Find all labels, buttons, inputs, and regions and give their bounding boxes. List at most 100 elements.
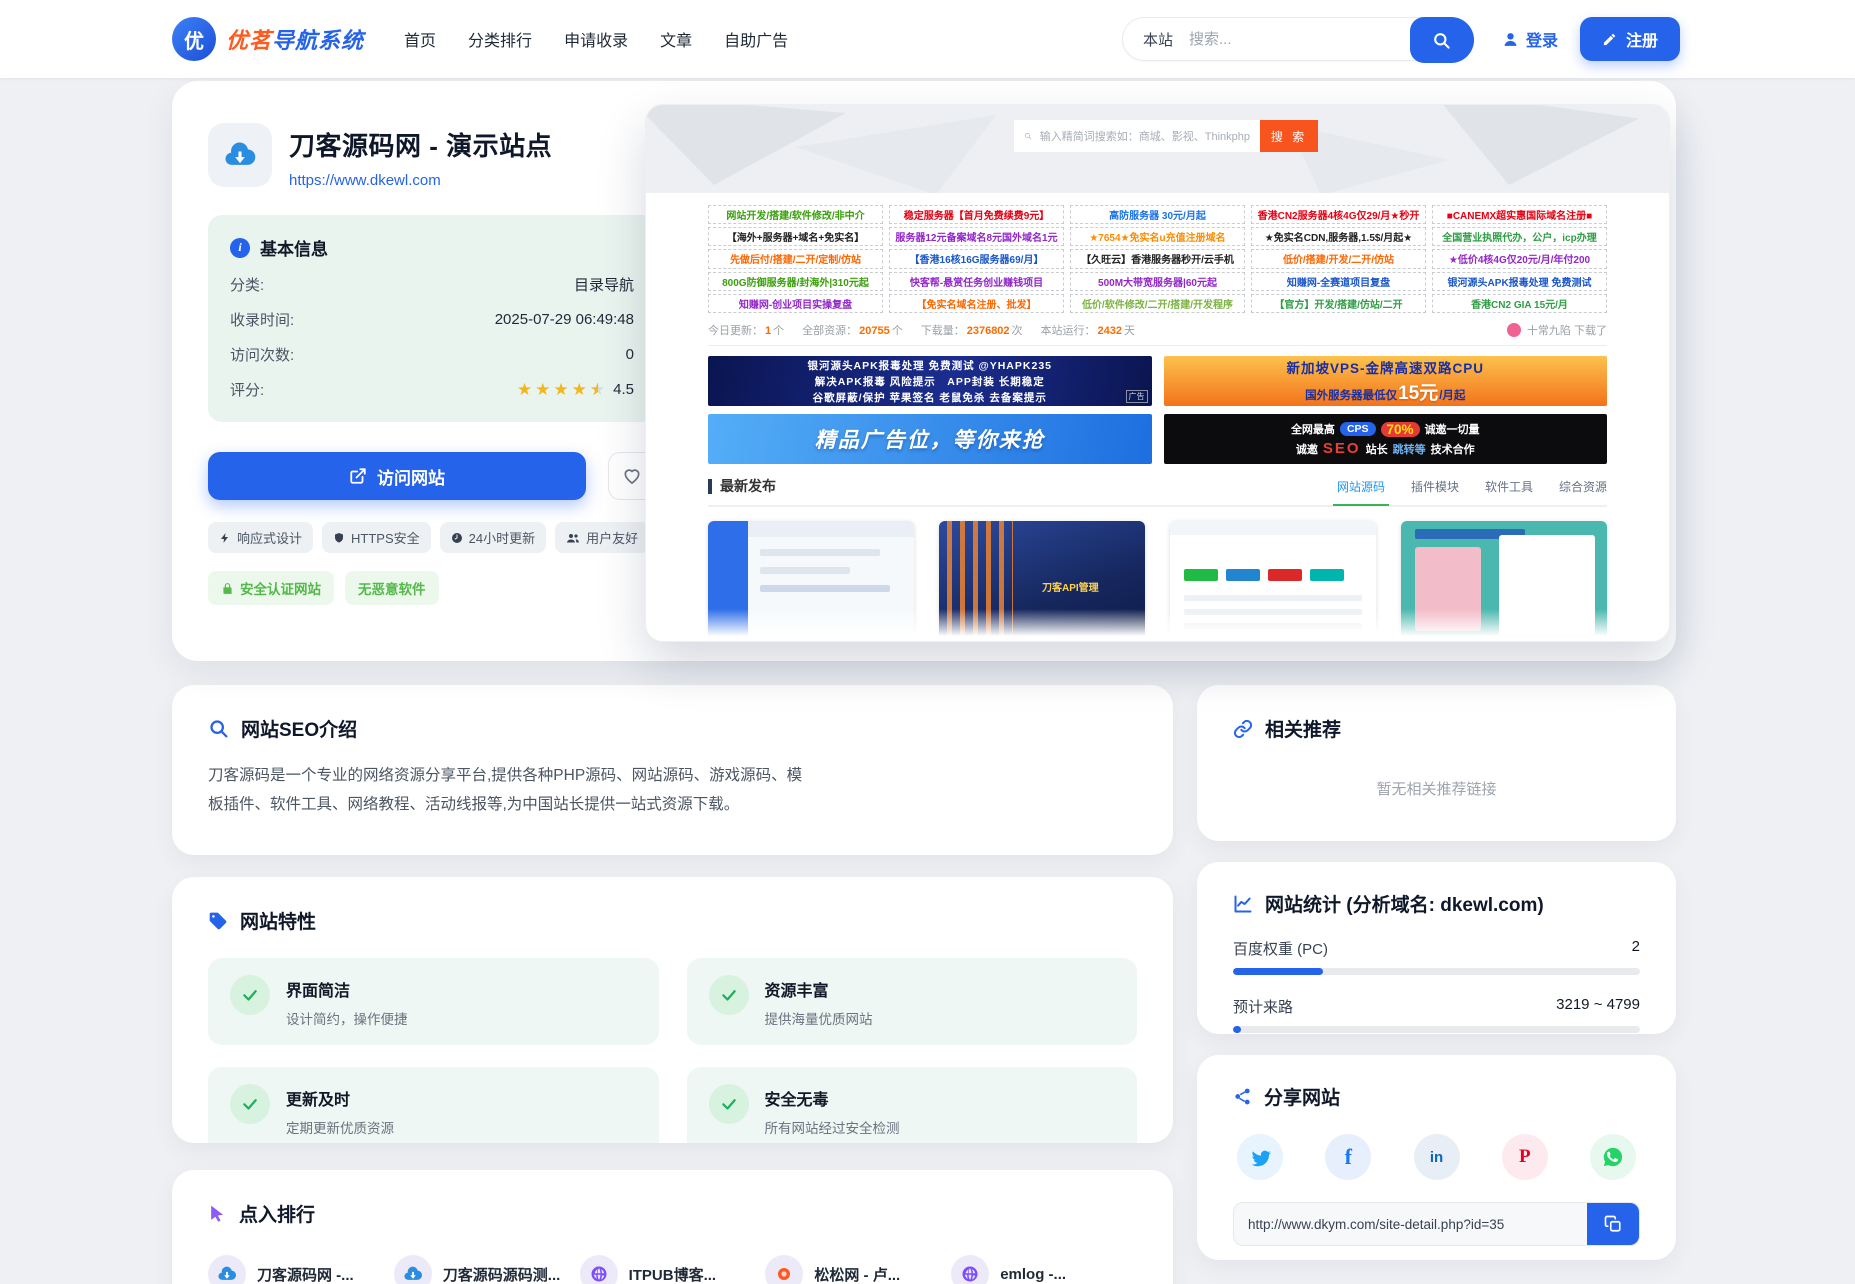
category-value[interactable]: 目录导航 [574, 274, 634, 295]
star-icon: ★ [553, 381, 568, 398]
nav-item-categories[interactable]: 分类排行 [468, 27, 532, 51]
stat-baidu-weight: 百度权重 (PC)2 [1233, 938, 1640, 975]
facebook-share-button[interactable]: f [1325, 1134, 1371, 1180]
preview-search-input: 输入精简词搜索如：商城、影视、Thinkphp [1014, 120, 1260, 152]
ad-link: 知赚网-创业项目实操复盘 [708, 294, 883, 313]
website-screenshot-preview[interactable]: 输入精简词搜索如：商城、影视、Thinkphp 搜 索 网站开发/搭建/软件修改… [645, 104, 1670, 642]
banner-vps-ad: 新加坡VPS-金牌高速双路CPU 国外服务器最低仅15元/月起 [1164, 356, 1608, 406]
site-dot-icon [776, 1266, 792, 1282]
nav-item-self-ads[interactable]: 自助广告 [724, 27, 788, 51]
ranking-title: 点入排行 [239, 1200, 315, 1227]
preview-body: 网站开发/搭建/软件修改/非中介 【海外+服务器+域名+免实名】 先做后付/搭建… [646, 193, 1669, 642]
globe-icon [961, 1265, 979, 1283]
list-item[interactable]: ITPUB博客... [580, 1255, 766, 1284]
search-icon [1432, 31, 1451, 50]
list-item[interactable]: emlog -... [951, 1255, 1137, 1284]
header-search: 本站 [1122, 17, 1474, 61]
tab-software: 软件工具 [1485, 478, 1533, 495]
preview-thumbnails: 刀客API管理 [708, 521, 1607, 642]
badge-secure: 安全认证网站 [208, 571, 334, 605]
resource-thumbnail [1401, 521, 1607, 642]
ad-link: ■CANEMX超实惠国际域名注册■ [1432, 205, 1607, 224]
check-icon [709, 975, 749, 1015]
cloud-download-icon [217, 1264, 237, 1284]
star-icon: ★ [572, 381, 587, 398]
zap-icon [219, 532, 231, 544]
list-item[interactable]: 刀客源码网 -... [208, 1255, 394, 1284]
nav-item-submit[interactable]: 申请收录 [564, 27, 628, 51]
site-url-link[interactable]: https://www.dkewl.com [289, 172, 552, 189]
facebook-icon: f [1345, 1144, 1352, 1170]
ad-link: 先做后付/搭建/二开/定制/仿站 [708, 249, 883, 268]
main-nav: 首页 分类排行 申请收录 文章 自助广告 [404, 27, 788, 51]
line-chart-icon [1233, 894, 1253, 914]
list-item[interactable]: 松松网 - 卢... [765, 1255, 951, 1284]
heart-icon [622, 466, 642, 486]
tag-responsive: 响应式设计 [208, 522, 313, 553]
stat-estimated-traffic: 预计来路3219 ~ 4799 [1233, 996, 1640, 1033]
search-icon [1024, 130, 1032, 142]
page-content: 刀客源码网 - 演示站点 https://www.dkewl.com i 基本信… [172, 81, 1676, 1284]
star-rating: ★★★★★★ [517, 381, 605, 398]
seo-intro-card: 网站SEO介绍 刀客源码是一个专业的网络资源分享平台,提供各种PHP源码、网站源… [172, 685, 1173, 855]
copy-icon [1604, 1215, 1622, 1233]
list-item[interactable]: 刀客源码源码测... [394, 1255, 580, 1284]
preview-latest-section: 最新发布 网站源码 插件模块 软件工具 综合资源 [708, 476, 1607, 507]
check-icon [230, 975, 270, 1015]
visit-site-button[interactable]: 访问网站 [208, 452, 586, 500]
ad-link: 【免实名域名注册、批发】 [889, 294, 1064, 313]
security-badges: 安全认证网站 无恶意软件 [208, 571, 656, 605]
users-icon [566, 532, 580, 544]
tab-plugins: 插件模块 [1411, 478, 1459, 495]
social-share-buttons: f in P [1233, 1134, 1640, 1180]
search-scope-select[interactable]: 本站 [1123, 29, 1189, 50]
share-url-input[interactable] [1234, 1203, 1587, 1245]
feature-item-rich-resources: 资源丰富提供海量优质网站 [687, 958, 1138, 1045]
register-button[interactable]: 注册 [1580, 17, 1680, 61]
nav-item-articles[interactable]: 文章 [660, 27, 692, 51]
cloud-download-icon [403, 1264, 423, 1284]
whatsapp-share-button[interactable] [1590, 1134, 1636, 1180]
user-icon [1502, 31, 1519, 48]
globe-icon [590, 1265, 608, 1283]
badge-no-malware: 无恶意软件 [345, 571, 439, 605]
linkedin-icon: in [1430, 1149, 1443, 1166]
tab-source-code: 网站源码 [1337, 478, 1385, 495]
star-icon: ★ [517, 381, 532, 398]
twitter-share-button[interactable] [1237, 1134, 1283, 1180]
site-features-card: 网站特性 界面简洁设计简约，操作便捷 资源丰富提供海量优质网站 更新及时定期更新… [172, 877, 1173, 1143]
site-favicon [208, 123, 272, 187]
nav-item-home[interactable]: 首页 [404, 27, 436, 51]
star-icon: ★ [535, 381, 550, 398]
external-link-icon [349, 467, 367, 485]
ad-link: ★低价4核4G仅20元/月/年付200 [1432, 249, 1607, 268]
ad-link: 服务器12元备案域名8元国外域名1元 [889, 227, 1064, 246]
progress-bar [1233, 1026, 1640, 1033]
twitter-icon [1250, 1147, 1271, 1168]
search-button[interactable] [1410, 17, 1474, 63]
feature-item-timely-updates: 更新及时定期更新优质资源 [208, 1067, 659, 1143]
progress-bar [1233, 968, 1640, 975]
ad-mark-label: 广告 [1126, 390, 1148, 403]
link-icon [1233, 719, 1253, 739]
ad-link: 香港CN2服务器4核4G仅29/月★秒开 [1251, 205, 1426, 224]
linkedin-share-button[interactable]: in [1414, 1134, 1460, 1180]
preview-search-bar: 输入精简词搜索如：商城、影视、Thinkphp 搜 索 [1014, 120, 1318, 152]
banner-ad-slot: 精品广告位，等你来抢 [708, 414, 1152, 464]
search-icon [208, 718, 229, 739]
pencil-icon [1602, 32, 1617, 47]
pinterest-share-button[interactable]: P [1502, 1134, 1548, 1180]
banner-cps-ad: 全网最高CPS70%诚邀一切量 诚邀SEO站长跳转等技术合作 [1164, 414, 1608, 464]
logo-icon: 优 [172, 17, 216, 61]
copy-url-button[interactable] [1587, 1203, 1639, 1245]
ad-link: 低价/搭建/开发/二开/仿站 [1251, 249, 1426, 268]
ad-link: 快客帮-悬赏任务创业赚钱项目 [889, 272, 1064, 291]
site-logo[interactable]: 优 优茗导航系统 [172, 17, 364, 61]
login-link[interactable]: 登录 [1502, 27, 1558, 51]
click-ranking-card: 点入排行 刀客源码网 -... 刀客源码源码测... ITPUB博客... [172, 1170, 1173, 1284]
whatsapp-icon [1602, 1146, 1624, 1168]
features-title: 网站特性 [240, 907, 316, 934]
share-icon [1233, 1087, 1252, 1106]
share-site-card: 分享网站 f in P [1197, 1055, 1676, 1260]
top-navbar: 优 优茗导航系统 首页 分类排行 申请收录 文章 自助广告 本站 登录 注册 [0, 0, 1855, 78]
